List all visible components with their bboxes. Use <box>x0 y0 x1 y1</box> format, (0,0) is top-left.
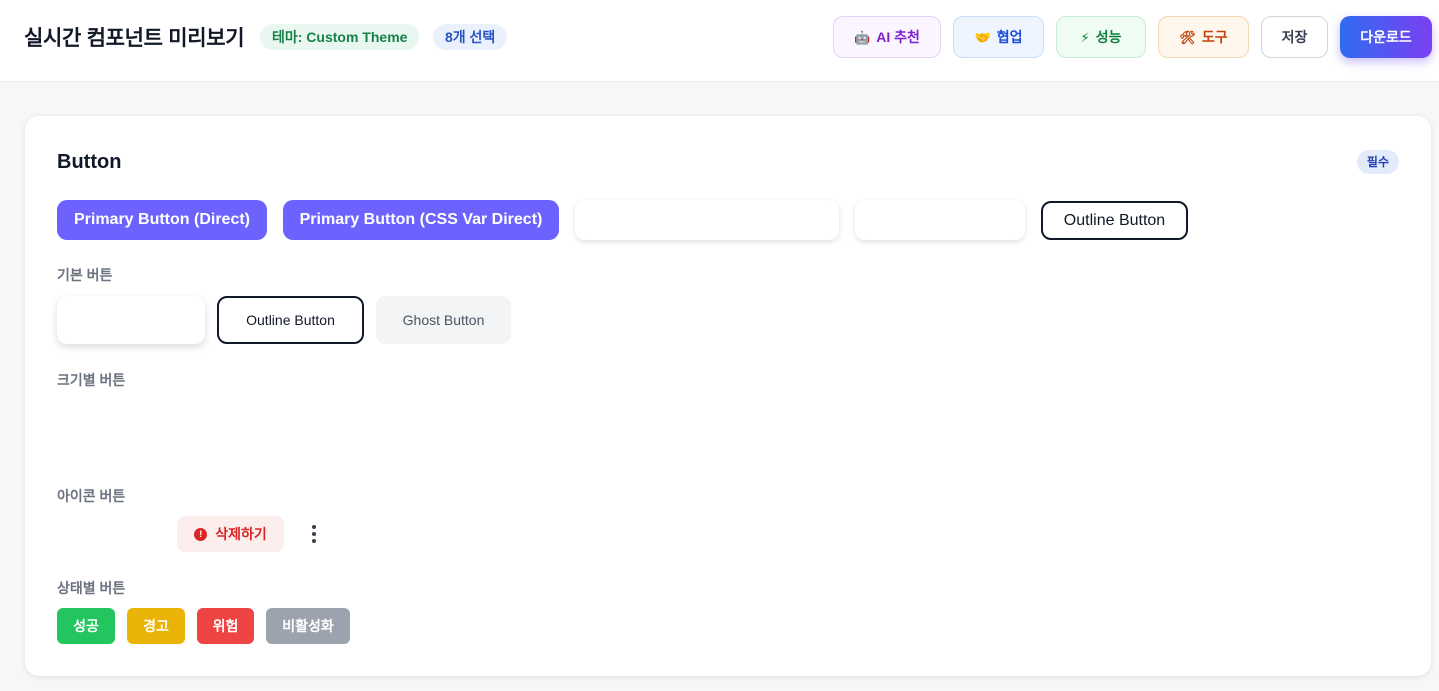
kebab-dot <box>312 525 316 529</box>
button-component-card: Button 필수 Primary Button (Direct) Primar… <box>25 116 1431 676</box>
theme-badge: 테마: Custom Theme <box>260 24 420 50</box>
selection-count-badge: 8개 선택 <box>433 24 508 50</box>
top-bar: 실시간 컴포넌트 미리보기 테마: Custom Theme 8개 선택 🤖 A… <box>0 0 1439 82</box>
ghost-basic-button[interactable]: Ghost Button <box>376 296 511 344</box>
ai-recommend-button[interactable]: 🤖 AI 추천 <box>833 16 941 58</box>
tools-icon: 🛠 <box>1179 29 1196 45</box>
tools-button[interactable]: 🛠 도구 <box>1158 16 1249 58</box>
performance-label: 성능 <box>1095 29 1122 45</box>
success-button[interactable]: 성공 <box>57 608 115 644</box>
state-buttons-label: 상태별 버튼 <box>57 580 126 596</box>
download-button[interactable]: 다운로드 <box>1340 16 1432 58</box>
outline-button-top[interactable]: Outline Button <box>1041 201 1188 240</box>
card-title: Button <box>57 151 122 173</box>
basic-buttons-label: 기본 버튼 <box>57 267 113 283</box>
delete-button-label: 삭제하기 <box>215 526 267 542</box>
ai-recommend-label: AI 추천 <box>876 29 920 45</box>
tools-label: 도구 <box>1201 29 1228 45</box>
kebab-dot <box>312 539 316 543</box>
blank-basic-button[interactable] <box>57 296 205 344</box>
page-title: 실시간 컴포넌트 미리보기 <box>24 27 245 50</box>
lightning-icon: ⚡ <box>1080 29 1090 45</box>
more-vertical-icon[interactable] <box>308 522 320 546</box>
robot-icon: 🤖 <box>854 29 871 45</box>
size-buttons-label: 크기별 버튼 <box>57 372 126 388</box>
performance-button[interactable]: ⚡ 성능 <box>1056 16 1146 58</box>
handshake-icon: 🤝 <box>974 29 991 45</box>
alert-circle-icon: ! <box>194 527 208 541</box>
primary-button-direct[interactable]: Primary Button (Direct) <box>57 200 267 240</box>
collaborate-button[interactable]: 🤝 협업 <box>953 16 1044 58</box>
collaborate-label: 협업 <box>996 29 1023 45</box>
required-badge: 필수 <box>1356 150 1399 174</box>
delete-button[interactable]: ! 삭제하기 <box>177 516 284 552</box>
disabled-button[interactable]: 비활성화 <box>266 608 350 644</box>
outline-basic-button[interactable]: Outline Button <box>217 296 364 344</box>
kebab-dot <box>312 532 316 536</box>
blank-button-1[interactable] <box>575 200 839 240</box>
icon-buttons-label: 아이콘 버튼 <box>57 488 126 504</box>
primary-button-css-var[interactable]: Primary Button (CSS Var Direct) <box>283 200 559 240</box>
save-button[interactable]: 저장 <box>1261 16 1328 58</box>
danger-button[interactable]: 위험 <box>197 608 254 644</box>
warning-button[interactable]: 경고 <box>127 608 185 644</box>
blank-button-2[interactable] <box>855 200 1025 240</box>
